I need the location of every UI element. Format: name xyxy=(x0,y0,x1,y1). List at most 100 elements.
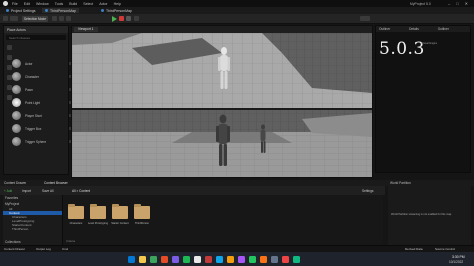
menu-edit[interactable]: Edit xyxy=(24,2,30,6)
folder-icon[interactable] xyxy=(112,204,128,219)
level-icon xyxy=(101,9,104,12)
windows-taskbar: 3:30 PM 10/1/2022 xyxy=(0,252,474,266)
tab-third-person-map[interactable]: ThirdPersonMap xyxy=(42,8,79,13)
close-button[interactable]: ✕ xyxy=(465,1,468,6)
editor-icon[interactable] xyxy=(238,255,245,263)
outliner-tabs: Outliner Details Outliner xyxy=(376,26,470,32)
clock-date[interactable]: 10/1/2022 xyxy=(449,260,463,264)
path-breadcrumb[interactable]: All > Content xyxy=(72,189,90,193)
tab-details[interactable]: Details xyxy=(409,27,419,31)
player-start-icon xyxy=(12,111,21,120)
add-button[interactable]: + Add xyxy=(4,189,12,193)
asset-grid: Characters Level Prototyping Starter Con… xyxy=(63,195,383,245)
folder-icon[interactable] xyxy=(134,204,150,219)
blueprint-icon[interactable] xyxy=(59,16,64,21)
actor-label: Point Light xyxy=(25,100,41,105)
source-control-button[interactable]: Source Control xyxy=(435,247,455,251)
tab-outliner-2[interactable]: Outliner xyxy=(438,27,449,31)
import-button[interactable]: Import xyxy=(22,189,31,193)
tab-label: ThirdPersonMap xyxy=(50,8,76,13)
tab-content-browser[interactable]: Content Browser xyxy=(44,181,68,185)
character-icon xyxy=(12,72,21,81)
mode-selector[interactable]: Selection Mode xyxy=(22,16,48,22)
search-input[interactable]: Search Classes xyxy=(6,35,66,40)
game-icon[interactable] xyxy=(282,255,289,263)
folder-label: Characters xyxy=(69,222,83,225)
settings-icon[interactable] xyxy=(260,255,267,263)
cmd-input[interactable]: Cmd xyxy=(62,247,68,251)
actor-item[interactable]: Actor xyxy=(12,59,72,68)
actor-item[interactable]: Trigger Sphere xyxy=(12,137,72,146)
tab-project-settings[interactable]: Project Settings xyxy=(3,8,39,13)
clock-time[interactable]: 3:30 PM xyxy=(452,255,465,259)
task-view-icon[interactable] xyxy=(150,255,157,263)
maximize-button[interactable]: □ xyxy=(456,1,458,6)
play-icon[interactable] xyxy=(111,16,117,22)
add-actor-icon[interactable] xyxy=(52,16,57,21)
actor-label: Character xyxy=(25,74,39,79)
actor-item[interactable]: Point Light xyxy=(12,98,72,107)
viewport-scene[interactable] xyxy=(72,33,372,177)
save-icon[interactable] xyxy=(3,16,8,21)
content-drawer-button[interactable]: Content Drawer xyxy=(4,247,25,251)
step-shape xyxy=(172,132,292,143)
content-tree-panel: Favorites MyProject All Content Characte… xyxy=(3,195,63,245)
menu-tools[interactable]: Tools xyxy=(55,2,63,6)
actor-item[interactable]: Player Start xyxy=(12,111,72,120)
menu-window[interactable]: Window xyxy=(36,2,49,6)
folder-icon[interactable] xyxy=(227,255,234,263)
content-browser-toolbar: + Add Import Save All All > Content Sett… xyxy=(0,186,385,195)
title-bar: File Edit Window Tools Build Select Acto… xyxy=(0,0,474,7)
trigger-sphere-icon xyxy=(12,137,21,146)
unreal-icon[interactable] xyxy=(293,255,300,263)
settings-icon xyxy=(6,9,9,12)
menu-help[interactable]: Help xyxy=(114,2,121,6)
cinematic-icon[interactable] xyxy=(66,16,71,21)
mail-icon[interactable] xyxy=(216,255,223,263)
actor-label: Pawn xyxy=(25,87,33,92)
content-icon[interactable] xyxy=(10,16,18,21)
browser-icon[interactable] xyxy=(172,255,179,263)
menu-file[interactable]: File xyxy=(12,2,18,6)
recent-icon[interactable] xyxy=(7,45,12,50)
level-viewport[interactable]: Viewport 1 xyxy=(71,25,373,178)
explorer-icon[interactable] xyxy=(161,255,168,263)
tree-item[interactable]: ThirdPerson xyxy=(3,227,62,231)
search-icon[interactable] xyxy=(139,255,146,263)
tab-content-drawer[interactable]: Content Drawer xyxy=(4,181,26,185)
actor-icon xyxy=(12,59,21,68)
folder-icon[interactable] xyxy=(90,204,106,219)
derived-data-button[interactable]: Derived Data xyxy=(405,247,423,251)
minimize-button[interactable]: – xyxy=(448,1,450,6)
window-controls: – □ ✕ xyxy=(448,1,468,6)
platforms-icon[interactable] xyxy=(134,16,139,21)
terminal-icon[interactable] xyxy=(249,255,256,263)
output-log-button[interactable]: Output Log xyxy=(36,247,51,251)
actor-label: Trigger Box xyxy=(25,126,42,131)
actor-item[interactable]: Trigger Box xyxy=(12,124,72,133)
stop-icon[interactable] xyxy=(119,16,124,21)
folder-icon[interactable] xyxy=(68,204,84,219)
music-icon[interactable] xyxy=(183,255,190,263)
actor-item[interactable]: Pawn xyxy=(12,85,72,94)
editor-status-bar: Content Drawer Output Log Cmd Derived Da… xyxy=(0,245,474,251)
app-icon[interactable] xyxy=(271,255,278,263)
project-name: MyProject 5.0 xyxy=(410,1,431,6)
save-all-button[interactable]: Save All xyxy=(42,189,54,193)
world-partition-message: World Partition streaming is not enabled… xyxy=(391,213,452,216)
pause-icon[interactable] xyxy=(126,16,131,21)
actor-item[interactable]: Character xyxy=(12,72,72,81)
place-actors-panel: Place Actors Search Classes Actor Charac… xyxy=(3,25,72,175)
menu-actor[interactable]: Actor xyxy=(99,2,107,6)
start-icon[interactable] xyxy=(128,255,135,263)
settings-button[interactable]: Settings xyxy=(362,189,374,193)
tab-outliner[interactable]: Outliner xyxy=(379,27,390,31)
app-icon[interactable] xyxy=(205,255,212,263)
menu-build[interactable]: Build xyxy=(69,2,77,6)
settings-icon[interactable] xyxy=(360,16,370,21)
store-icon[interactable] xyxy=(194,255,201,263)
viewport-tab[interactable]: Viewport 1 xyxy=(74,27,98,32)
menu-select[interactable]: Select xyxy=(83,2,93,6)
level-icon xyxy=(45,9,48,12)
tab-third-person-map-2[interactable]: ThirdPersonMap xyxy=(98,8,135,13)
